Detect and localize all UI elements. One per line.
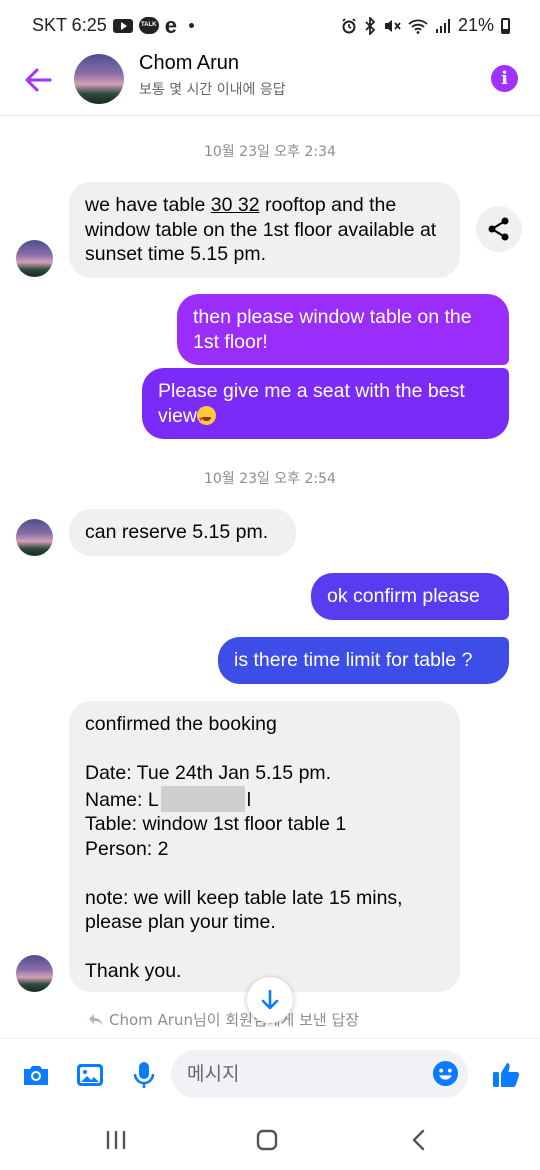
scroll-to-bottom-button[interactable] (247, 977, 293, 1023)
outgoing-message[interactable]: is there time limit for table ? (218, 637, 509, 684)
emoji-icon[interactable] (432, 1060, 459, 1087)
contact-avatar-small[interactable] (16, 519, 53, 556)
message-link[interactable]: 30 32 (211, 194, 260, 216)
browser-e-icon: e (164, 12, 177, 38)
system-navigation-bar (0, 1110, 540, 1170)
message-line: confirmed the booking (85, 713, 277, 735)
carrier-time: SKT 6:25 (32, 15, 107, 35)
bluetooth-icon (365, 16, 376, 35)
incoming-message[interactable]: can reserve 5.15 pm. (69, 509, 296, 556)
recent-apps-icon[interactable] (102, 1126, 130, 1154)
redacted-text (160, 785, 245, 812)
message-line: Table: window 1st floor table 1 (85, 813, 347, 835)
message-line: Date: Tue 24th Jan 5.15 pm. (85, 762, 332, 784)
message-text: Name: L (85, 788, 159, 811)
message-line: Name: L l (85, 785, 444, 813)
youtube-icon (112, 18, 133, 33)
alarm-icon (342, 17, 356, 33)
arrow-down-icon (261, 989, 279, 1010)
info-icon[interactable]: i (491, 65, 518, 92)
conversation-header: Chom Arun 보통 몇 시간 이내에 응답 i (0, 50, 540, 116)
message-composer (0, 1038, 540, 1110)
gallery-icon[interactable] (74, 1059, 106, 1091)
signal-icon (435, 18, 450, 33)
message-text: we have table (85, 194, 211, 216)
outgoing-message[interactable]: ok confirm please (311, 573, 509, 620)
thumbs-up-icon[interactable] (490, 1059, 522, 1091)
more-notifications-icon (188, 23, 194, 28)
incoming-message[interactable]: confirmed the booking Date: Tue 24th Jan… (69, 701, 460, 992)
message-input[interactable] (171, 1050, 468, 1098)
battery-icon (501, 17, 510, 34)
reply-context-text: Chom Arun님이 회원님에게 보낸 답장 (109, 1011, 360, 1029)
outgoing-message[interactable]: Please give me a seat with the best view (142, 368, 509, 439)
wifi-icon (408, 19, 428, 34)
back-arrow-icon[interactable] (20, 62, 56, 98)
message-line: Person: 2 (85, 837, 169, 860)
reply-arrow-icon (89, 1013, 103, 1026)
camera-icon[interactable] (20, 1059, 52, 1091)
home-icon[interactable] (253, 1126, 281, 1154)
share-button[interactable] (476, 206, 522, 252)
kakaotalk-icon: TALK (138, 17, 159, 34)
contact-avatar[interactable] (74, 54, 124, 104)
mute-icon (384, 19, 401, 32)
contact-response-status: 보통 몇 시간 이내에 응답 (139, 82, 286, 98)
message-text: l (246, 788, 252, 811)
contact-avatar-small[interactable] (16, 240, 53, 277)
outgoing-message[interactable]: then please window table on the 1st floo… (177, 294, 509, 365)
reply-context: Chom Arun님이 회원님에게 보낸 답장 (88, 1009, 359, 1030)
back-nav-icon[interactable] (405, 1126, 433, 1154)
star-struck-emoji-icon (197, 405, 217, 432)
incoming-message[interactable]: we have table 30 32 rooftop and the wind… (69, 182, 460, 278)
status-bar: SKT 6:25 TALK e 21% (0, 0, 540, 50)
timestamp: 10월 23일 오후 2:54 (204, 471, 336, 487)
battery-percent: 21% (457, 15, 494, 35)
contact-name[interactable]: Chom Arun (139, 52, 239, 75)
share-icon (488, 217, 509, 241)
contact-avatar-small[interactable] (16, 955, 53, 992)
microphone-icon[interactable] (128, 1059, 160, 1091)
timestamp: 10월 23일 오후 2:34 (204, 144, 336, 160)
message-line: note: we will keep table late 15 mins, p… (85, 886, 403, 934)
